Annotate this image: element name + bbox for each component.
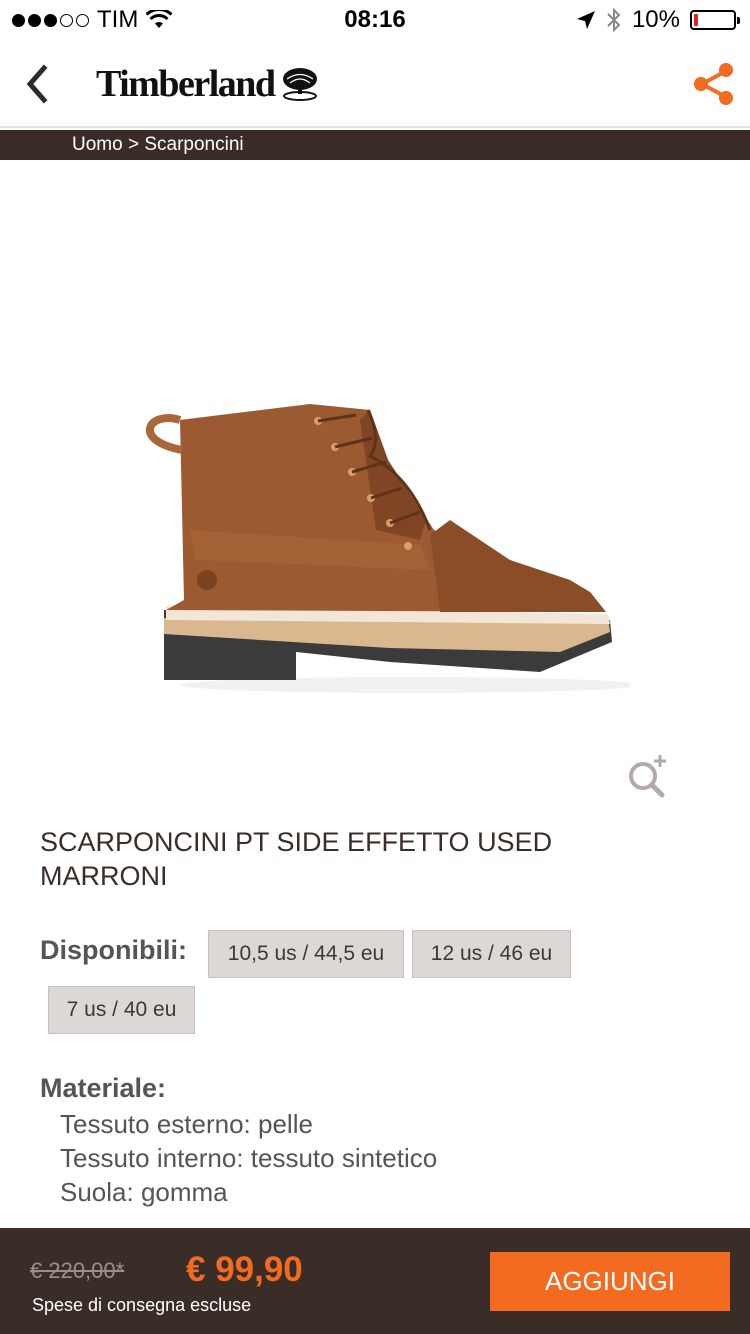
battery-icon	[690, 10, 740, 30]
location-arrow-icon	[576, 11, 595, 29]
purchase-bar: € 220,00* € 99,90 Spese di consegna escl…	[0, 1228, 750, 1334]
breadcrumb[interactable]: Uomo > Scarponcini	[0, 130, 750, 160]
zoom-in-icon	[629, 755, 666, 798]
product-title: SCARPONCINI PT SIDE EFFETTO USED MARRONI	[40, 827, 553, 891]
material-inner: Tessuto interno: tessuto sintetico	[60, 1143, 438, 1173]
old-price: € 220,00*	[30, 1258, 125, 1283]
availability-label: Disponibili:	[40, 935, 187, 965]
bluetooth-icon	[607, 7, 621, 33]
nav-bar: Timberland	[0, 40, 750, 128]
sale-price: € 99,90	[186, 1250, 303, 1289]
tree-logo-icon	[282, 68, 317, 101]
brand-logo: Timberland	[96, 62, 319, 106]
share-button[interactable]	[690, 60, 738, 108]
material-label: Materiale:	[40, 1073, 167, 1103]
battery-level	[694, 14, 698, 26]
material-outer: Tessuto esterno: pelle	[60, 1109, 313, 1139]
delivery-note: Spese di consegna escluse	[32, 1295, 252, 1315]
brand-logo-text: Timberland	[96, 63, 276, 105]
status-bar: TIM 08:16 10%	[0, 0, 750, 40]
size-option[interactable]: 7 us / 40 eu	[48, 986, 195, 1034]
size-option[interactable]: 12 us / 46 eu	[412, 930, 571, 978]
product-image[interactable]	[120, 380, 630, 700]
chevron-left-icon	[26, 64, 48, 104]
material-sole: Suola: gomma	[60, 1177, 228, 1207]
status-right: 10%	[576, 6, 740, 34]
zoom-button[interactable]	[622, 752, 670, 800]
add-to-cart-button[interactable]: AGGIUNGI	[490, 1252, 730, 1311]
share-icon	[694, 63, 733, 105]
back-button[interactable]	[20, 62, 60, 106]
size-option[interactable]: 10,5 us / 44,5 eu	[208, 930, 404, 978]
battery-percent: 10%	[631, 6, 680, 33]
